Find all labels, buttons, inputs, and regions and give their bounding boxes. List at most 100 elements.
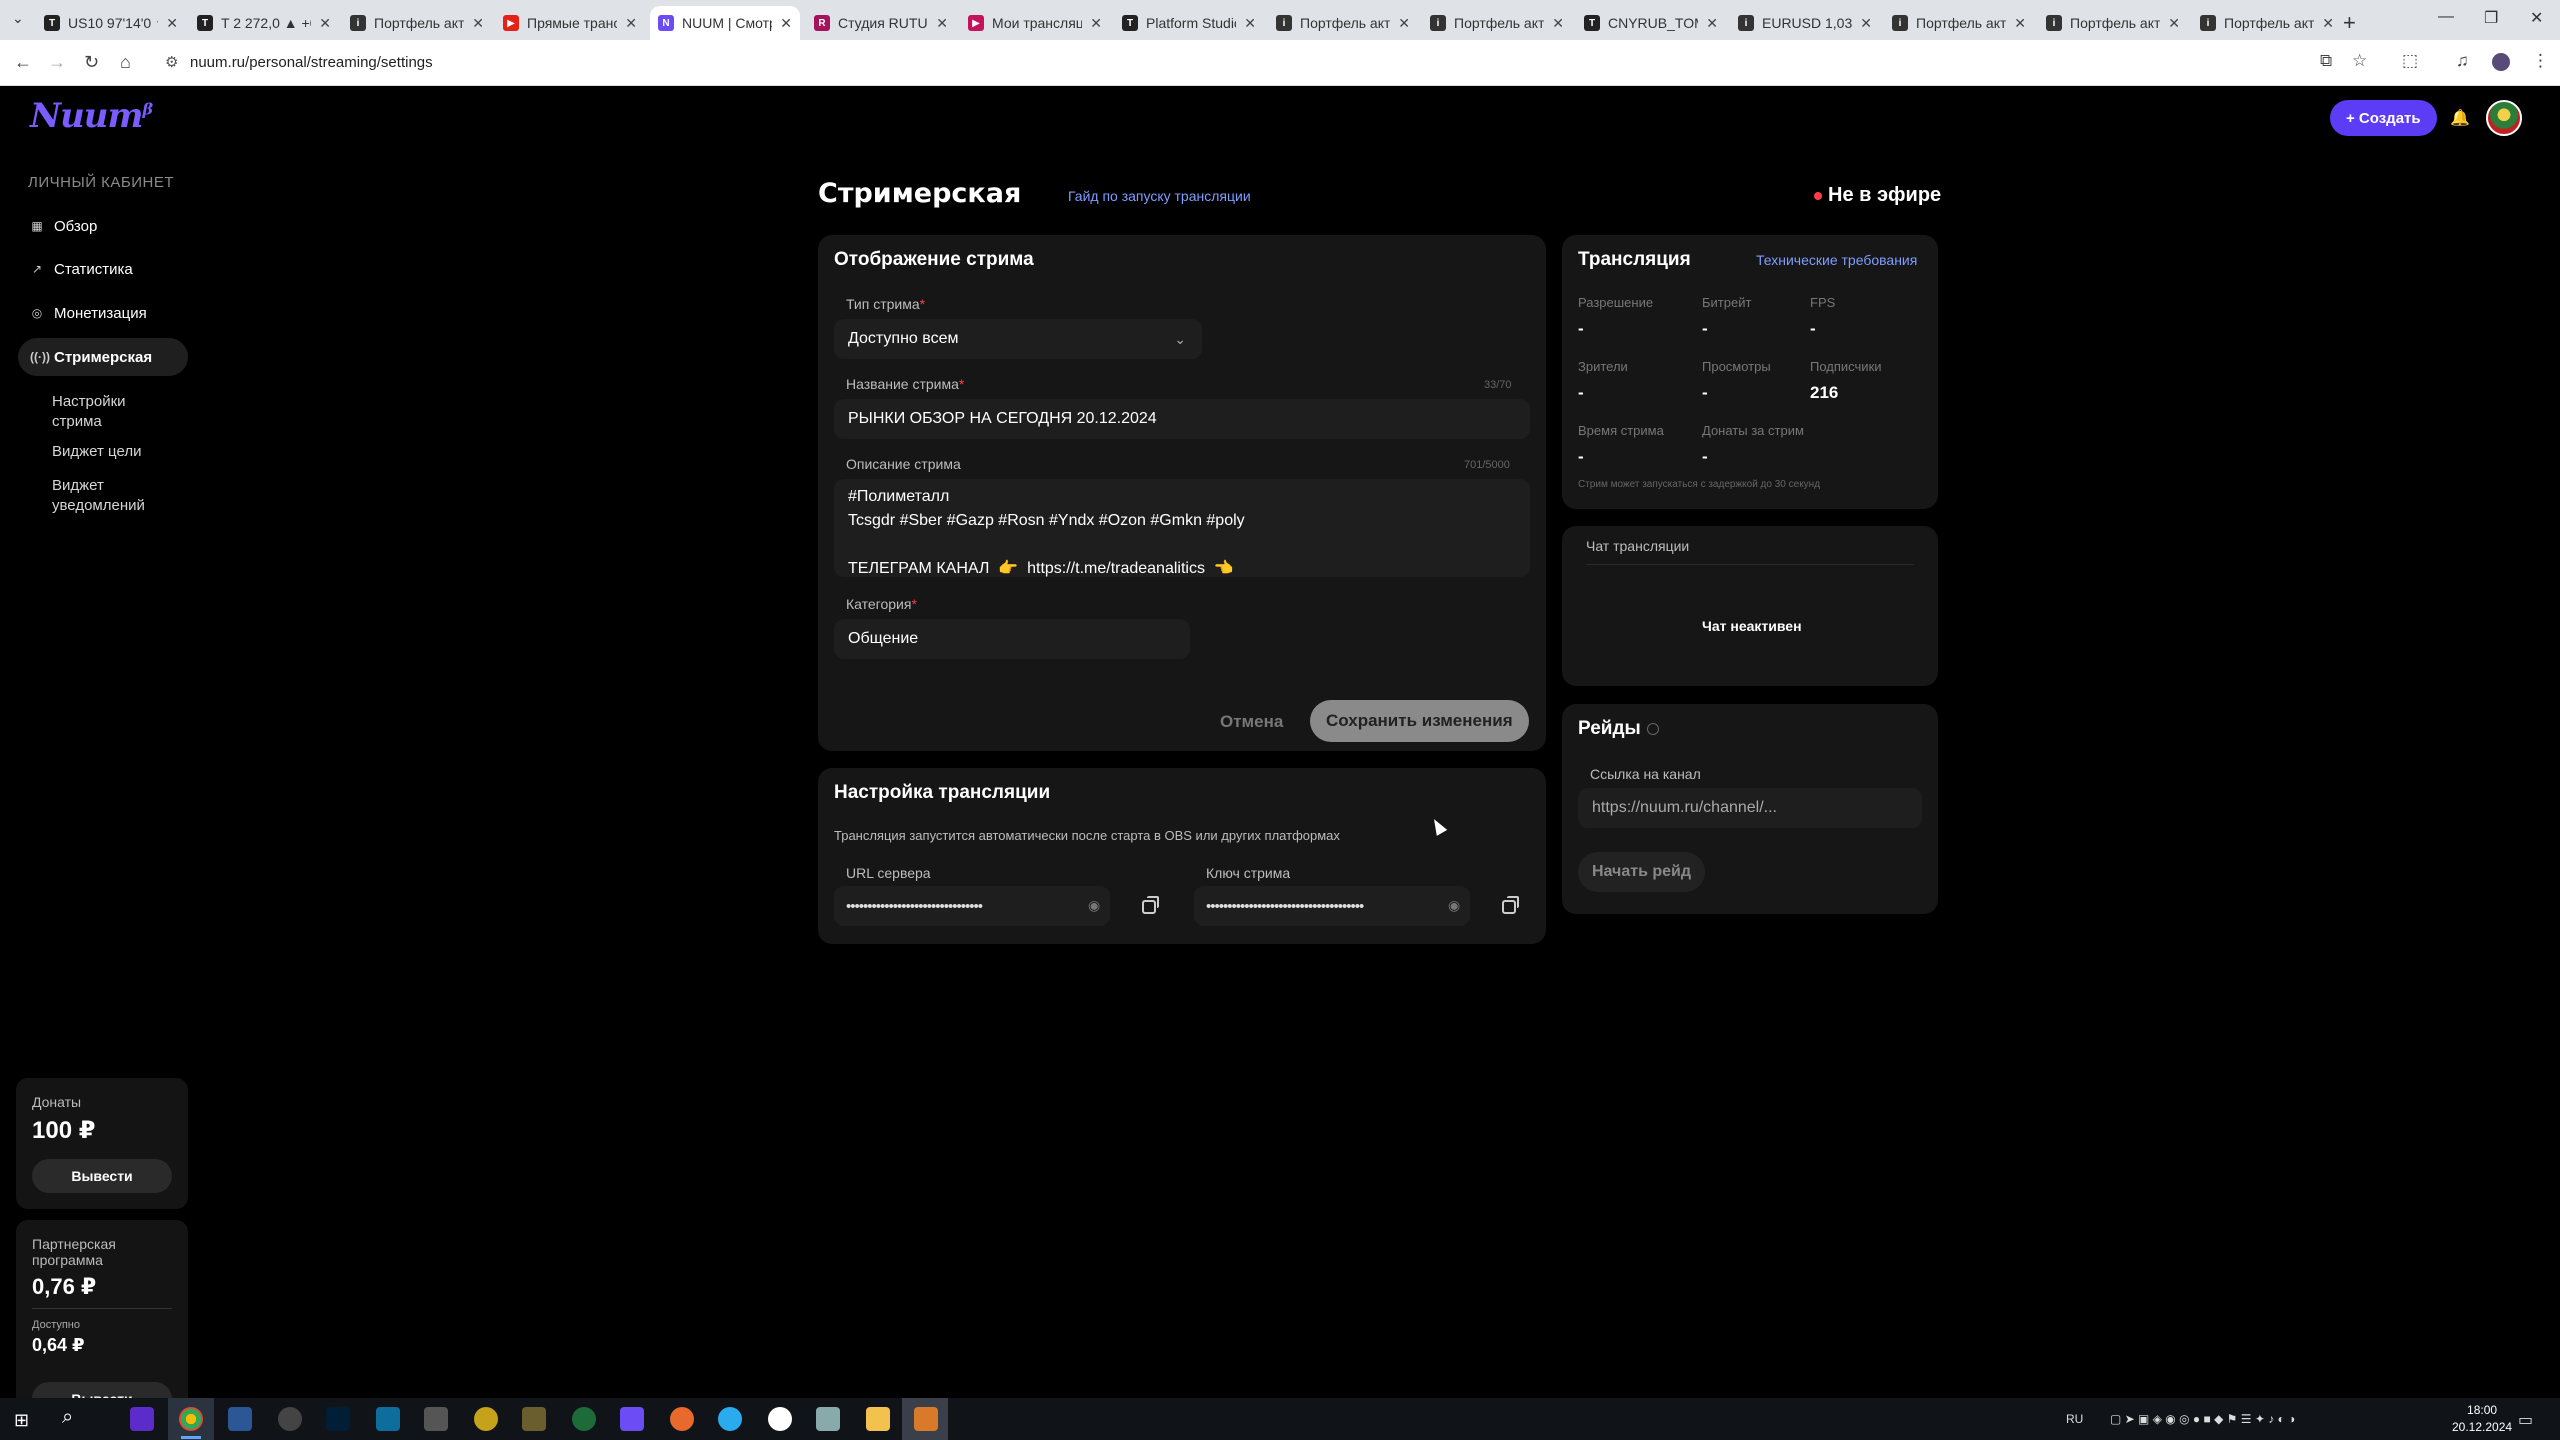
sidebar-subitem-goal-widget[interactable]: Виджет цели [52, 442, 162, 462]
info-icon[interactable] [1646, 722, 1659, 735]
sidebar-item-streamer[interactable]: ((·)) Стримерская [18, 338, 188, 376]
app-coin-icon[interactable] [474, 1407, 498, 1431]
firefox-icon[interactable] [670, 1407, 694, 1431]
restore-icon[interactable]: ❐ [2484, 8, 2498, 28]
close-icon[interactable]: ✕ [780, 15, 792, 32]
nuum-app-icon[interactable] [620, 1407, 644, 1431]
browser-tab[interactable]: R Студия RUTUBE ✕ [806, 6, 956, 40]
telegram-icon[interactable] [718, 1407, 742, 1431]
yandex-icon[interactable] [768, 1407, 792, 1431]
browser-tab[interactable]: T Platform Studio ✕ [1114, 6, 1264, 40]
reload-icon[interactable]: ↻ [84, 52, 99, 73]
browser-tab[interactable]: i Портфель акти ✕ [1884, 6, 2034, 40]
close-icon[interactable]: ✕ [472, 15, 484, 32]
copy-icon[interactable] [1142, 896, 1159, 914]
notifications-bell-icon[interactable]: 🔔 [2450, 108, 2470, 128]
browser-tab[interactable]: i Портфель акти ✕ [1422, 6, 1572, 40]
browser-tab[interactable]: i Портфель акти ✕ [1268, 6, 1418, 40]
avatar[interactable] [2486, 100, 2522, 136]
stream-type-select[interactable]: Доступно всем ⌄ [834, 319, 1202, 359]
guide-link[interactable]: Гайд по запуску трансляции [1068, 188, 1251, 204]
file-explorer-icon[interactable] [866, 1407, 890, 1431]
withdraw-partner-button[interactable]: Вывести [32, 1382, 172, 1398]
browser-tab[interactable]: ▶ Прямые трансл ✕ [495, 6, 645, 40]
tech-requirements-link[interactable]: Технические требования [1756, 252, 1917, 268]
sidebar-item-stats[interactable]: ↗ Статистика [18, 250, 188, 288]
forward-icon[interactable]: → [48, 52, 66, 73]
minimize-icon[interactable]: — [2438, 8, 2454, 26]
tray-icons[interactable]: ▢ ➤ ▣ ◈ ◉ ◎ ● ■ ◆ ⚑ ☰ ✦ ♪ ◐ ◑ [2110, 1412, 2295, 1426]
nuum-logo[interactable]: Nuumβ [30, 96, 153, 136]
browser-tab[interactable]: T T 2 272,0 ▲ +0. ✕ [189, 6, 339, 40]
browser-tab[interactable]: i EURUSD 1,039 ✕ [1730, 6, 1880, 40]
close-icon[interactable]: ✕ [166, 15, 178, 32]
copy-icon[interactable] [1502, 896, 1519, 914]
show-password-eye-icon[interactable]: ◉ [1088, 897, 1100, 914]
new-tab-icon[interactable]: + [2343, 10, 2356, 36]
search-icon[interactable]: ⌕ [62, 1406, 73, 1429]
close-window-icon[interactable]: ✕ [2530, 8, 2543, 28]
url-field[interactable]: nuum.ru/personal/streaming/settings [190, 54, 433, 71]
visual-studio-icon[interactable] [130, 1407, 154, 1431]
close-icon[interactable]: ✕ [2322, 15, 2334, 32]
chrome-icon[interactable] [179, 1407, 203, 1431]
photoshop-icon[interactable] [326, 1407, 350, 1431]
calculator-icon[interactable] [424, 1407, 448, 1431]
close-icon[interactable]: ✕ [625, 15, 637, 32]
notifications-icon[interactable]: ▭ [2518, 1410, 2533, 1430]
close-icon[interactable]: ✕ [2168, 15, 2180, 32]
stream-key-field[interactable]: ••••••••••••••••••••••••••••••••••••• [1194, 886, 1470, 926]
browser-tab[interactable]: T US10 97'14'0 ↑ ✕ [36, 6, 186, 40]
close-icon[interactable]: ✕ [936, 15, 948, 32]
channel-link-input[interactable]: https://nuum.ru/channel/... [1578, 788, 1922, 828]
category-input[interactable]: Общение [834, 619, 1190, 659]
word-icon[interactable] [228, 1407, 252, 1431]
obs-icon[interactable] [278, 1407, 302, 1431]
stream-name-input[interactable]: РЫНКИ ОБЗОР НА СЕГОДНЯ 20.12.2024 [834, 399, 1530, 439]
menu-dots-icon[interactable]: ⋮ [2532, 51, 2549, 71]
close-icon[interactable]: ✕ [1244, 15, 1256, 32]
close-icon[interactable]: ✕ [1552, 15, 1564, 32]
site-settings-icon[interactable]: ⚙ [165, 53, 178, 71]
browser-tab[interactable]: i Портфель акти ✕ [2038, 6, 2188, 40]
save-changes-button[interactable]: Сохранить изменения [1310, 700, 1529, 742]
sidebar-item-monetization[interactable]: ◎ Монетизация [18, 294, 188, 332]
app-green-icon[interactable] [572, 1407, 596, 1431]
browser-tab-active[interactable]: N NUUM | Смотр ✕ [650, 6, 800, 40]
browser-tab[interactable]: i Портфель акти ✕ [2192, 6, 2342, 40]
stream-description-textarea[interactable]: #Полиметалл Tcsgdr #Sber #Gazp #Rosn #Yn… [834, 479, 1530, 577]
sidebar-item-overview[interactable]: ▦ Обзор [18, 207, 188, 245]
clock[interactable]: 18:00 20.12.2024 [2452, 1402, 2512, 1436]
windows-start-icon[interactable]: ⊞ [14, 1410, 29, 1431]
media-control-icon[interactable]: ♫ [2456, 51, 2469, 71]
browser-tab[interactable]: T CNYRUB_TOM ✕ [1576, 6, 1726, 40]
app-orange-icon[interactable] [914, 1407, 938, 1431]
close-icon[interactable]: ✕ [1090, 15, 1102, 32]
sidebar-subitem-alerts-widget[interactable]: Виджет уведомлений [52, 476, 162, 516]
bookmark-star-icon[interactable]: ☆ [2352, 51, 2367, 71]
close-icon[interactable]: ✕ [319, 15, 331, 32]
language-indicator[interactable]: RU [2066, 1412, 2083, 1426]
withdraw-donations-button[interactable]: Вывести [32, 1159, 172, 1193]
start-raid-button[interactable]: Начать рейд [1578, 852, 1706, 892]
close-icon[interactable]: ✕ [1398, 15, 1410, 32]
extensions-icon[interactable]: ⬚ [2402, 51, 2418, 71]
close-icon[interactable]: ✕ [1706, 15, 1718, 32]
cancel-button[interactable]: Отмена [1220, 712, 1283, 732]
open-in-app-icon[interactable]: ⧉ [2320, 51, 2332, 71]
profile-icon[interactable] [2492, 53, 2510, 71]
browser-tab[interactable]: ▶ Мои трансляци ✕ [960, 6, 1110, 40]
close-icon[interactable]: ✕ [2014, 15, 2026, 32]
close-icon[interactable]: ✕ [1860, 15, 1872, 32]
back-icon[interactable]: ← [14, 52, 32, 73]
app-c-icon[interactable] [376, 1407, 400, 1431]
home-icon[interactable]: ⌂ [120, 52, 131, 73]
app-pen-icon[interactable] [522, 1407, 546, 1431]
browser-tab[interactable]: i Портфель акти ✕ [342, 6, 492, 40]
show-password-eye-icon[interactable]: ◉ [1448, 897, 1460, 914]
tab-search-icon[interactable]: ⌄ [12, 10, 24, 27]
server-url-field[interactable]: •••••••••••••••••••••••••••••••• [834, 886, 1110, 926]
app-stack-icon[interactable] [816, 1407, 840, 1431]
create-button[interactable]: + Создать [2330, 100, 2437, 136]
sidebar-subitem-stream-settings[interactable]: Настройки стрима [52, 392, 162, 432]
